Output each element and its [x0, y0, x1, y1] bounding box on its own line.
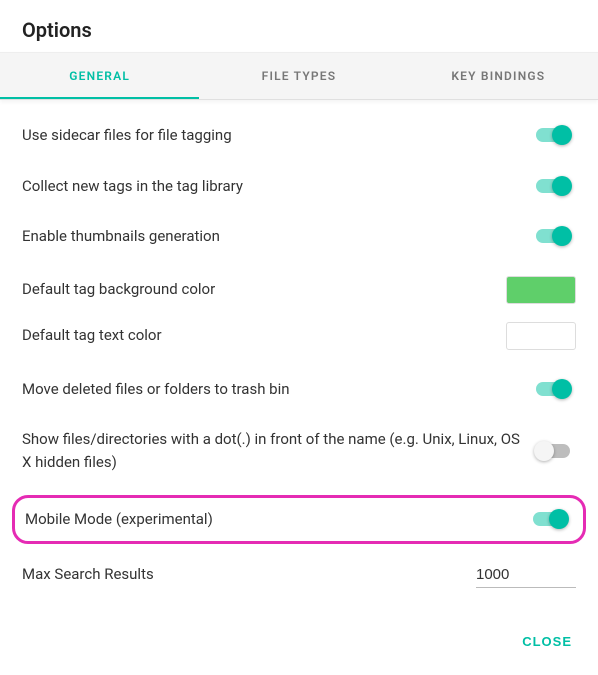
toggle-hidden-files[interactable] — [536, 444, 570, 458]
setting-hidden-files: Show files/directories with a dot(.) in … — [22, 428, 576, 473]
setting-label: Collect new tags in the tag library — [22, 175, 243, 198]
color-swatch-bg[interactable] — [506, 276, 576, 304]
setting-collect-tags: Collect new tags in the tag library — [22, 175, 576, 198]
setting-sidecar: Use sidecar files for file tagging — [22, 124, 576, 147]
dialog-title: Options — [0, 0, 598, 52]
max-search-input[interactable] — [476, 562, 576, 588]
options-dialog: Options GENERAL FILE TYPES KEY BINDINGS … — [0, 0, 598, 670]
tabs: GENERAL FILE TYPES KEY BINDINGS — [0, 52, 598, 100]
toggle-thumb — [549, 509, 569, 529]
setting-label: Use sidecar files for file tagging — [22, 124, 232, 147]
toggle-thumb — [552, 379, 572, 399]
setting-mobile-mode: Mobile Mode (experimental) — [12, 495, 586, 544]
toggle-sidecar[interactable] — [536, 128, 570, 142]
setting-label: Default tag background color — [22, 278, 215, 301]
toggle-thumb — [552, 125, 572, 145]
close-button[interactable]: CLOSE — [518, 626, 576, 657]
setting-max-search: Max Search Results — [22, 562, 576, 588]
setting-label: Max Search Results — [22, 563, 154, 586]
setting-label: Show files/directories with a dot(.) in … — [22, 428, 520, 473]
tab-key-bindings[interactable]: KEY BINDINGS — [399, 53, 598, 99]
toggle-thumb — [552, 176, 572, 196]
settings-content: Use sidecar files for file tagging Colle… — [0, 100, 598, 616]
setting-thumbnails: Enable thumbnails generation — [22, 225, 576, 248]
setting-trash: Move deleted files or folders to trash b… — [22, 378, 576, 401]
toggle-thumbnails[interactable] — [536, 229, 570, 243]
setting-label: Mobile Mode (experimental) — [25, 508, 213, 531]
toggle-mobile-mode[interactable] — [533, 512, 567, 526]
setting-label: Enable thumbnails generation — [22, 225, 220, 248]
toggle-collect-tags[interactable] — [536, 179, 570, 193]
setting-bg-color: Default tag background color — [22, 276, 576, 304]
toggle-trash[interactable] — [536, 382, 570, 396]
setting-label: Move deleted files or folders to trash b… — [22, 378, 290, 401]
setting-label: Default tag text color — [22, 324, 162, 347]
color-swatch-text[interactable] — [506, 322, 576, 350]
dialog-footer: CLOSE — [0, 616, 598, 675]
toggle-thumb — [552, 226, 572, 246]
tab-general[interactable]: GENERAL — [0, 53, 199, 99]
toggle-thumb — [534, 441, 554, 461]
tab-file-types[interactable]: FILE TYPES — [199, 53, 398, 99]
setting-text-color: Default tag text color — [22, 322, 576, 350]
